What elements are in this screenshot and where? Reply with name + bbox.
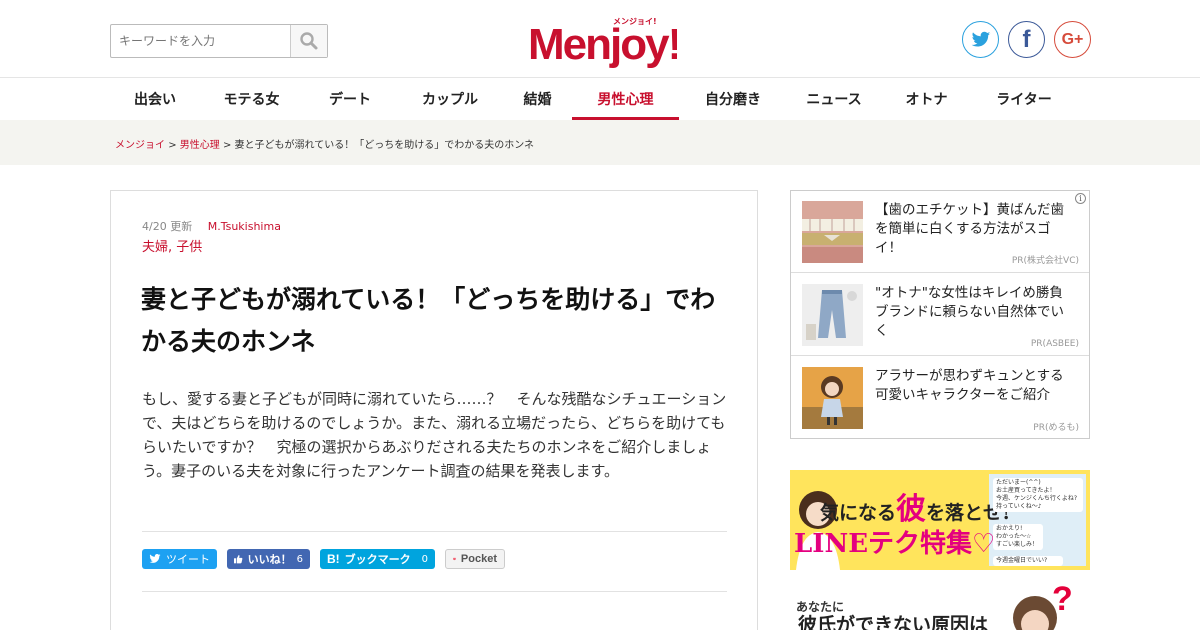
site-logo[interactable]: Menjoy! メンジョイ! <box>527 12 682 69</box>
banner-headline-highlight: 彼 <box>896 492 927 527</box>
ad-thumbnail-teeth <box>802 201 863 263</box>
nav-item[interactable]: 自分磨き <box>679 78 787 120</box>
ad-thumbnail-fashion <box>802 284 863 346</box>
nav-item[interactable]: ニュース <box>787 78 881 120</box>
line-technique-banner[interactable]: 気になる彼を落とせ! LINEテク特集♡ ただいまー(^^) お土産買ってきたよ！… <box>790 470 1090 570</box>
ad-title: 【歯のエチケット】黄ばんだ歯を簡単に白くする方法がスゴイ！ <box>875 202 1064 256</box>
chat-text: ただいまー(^^) <box>996 479 1041 486</box>
chat-text: お土産買ってきたよ！ <box>996 487 1056 494</box>
ad-thumbnail-doll <box>802 367 863 429</box>
hatena-label: ブックマーク <box>344 553 411 566</box>
google-plus-icon: G+ <box>1061 30 1084 48</box>
chat-bubble: 今週金曜日でいい? <box>993 556 1063 566</box>
article-meta: 4/20 更新 M.Tsukishima <box>142 218 281 234</box>
breadcrumb-separator: > <box>168 140 177 151</box>
ad-item[interactable]: "オトナ"な女性はキレイめ勝負ブランドに頼らない自然体でいく PR(ASBEE) <box>791 274 1089 356</box>
facebook-link[interactable]: f <box>1008 21 1045 58</box>
like-button[interactable]: いいね！ 6 <box>227 549 310 569</box>
logo-text: Menjoy! <box>528 20 677 68</box>
thumbs-up-icon <box>234 555 243 564</box>
ad-sponsor: PR(ASBEE) <box>1030 339 1079 349</box>
breadcrumb-separator: > <box>222 140 232 151</box>
breadcrumb-current: 妻と子どもが溺れている！「どっちを助ける」でわかる夫のホンネ <box>234 140 535 151</box>
article-title: 妻と子どもが溺れている！「どっちを助ける」でわかる夫のホンネ <box>141 285 716 356</box>
chat-text: おかえり! <box>996 525 1023 532</box>
divider <box>142 591 727 592</box>
chat-mockup: ただいまー(^^) お土産買ってきたよ！ 今週、ケンジくんち行くよね?持っていくね〜… <box>993 478 1083 566</box>
article-date: 4/20 更新 <box>142 220 193 233</box>
chat-bubble: おかえり! わかった〜☆ すごい楽しみ！ <box>993 524 1043 550</box>
site-header: Menjoy! メンジョイ! f G+ <box>0 0 1200 78</box>
ad-item[interactable]: アラサーが思わずキュンとする可愛いキャラクターをご紹介 PR(めるも) <box>791 357 1089 439</box>
chat-bubble: ただいまー(^^) お土産買ってきたよ！ 今週、ケンジくんち行くよね?持っていくね〜… <box>993 478 1083 512</box>
logo-tagline: メンジョイ! <box>613 17 657 26</box>
no-boyfriend-banner[interactable]: あなたに 彼氏ができない原因は ? <box>790 578 1090 630</box>
article-card: 4/20 更新 M.Tsukishima 夫婦, 子供 妻と子どもが溺れている！… <box>110 190 758 630</box>
like-label: いいね！ <box>247 553 292 566</box>
sponsored-ads: i 【歯のエチケット】黄ばんだ歯を簡単に白くする方法がスゴイ！ PR(株式会社V… <box>790 190 1090 439</box>
nav-item[interactable]: ライター <box>972 78 1076 120</box>
breadcrumb-bar: メンジョイ > 男性心理 > 妻と子どもが溺れている！「どっちを助ける」でわかる… <box>0 120 1200 165</box>
nav-item-active[interactable]: 男性心理 <box>572 78 679 120</box>
breadcrumb-category[interactable]: 男性心理 <box>180 140 220 151</box>
twitter-icon <box>149 554 161 563</box>
banner-title: LINEテク特集♡ <box>794 529 996 559</box>
pocket-icon <box>453 557 456 561</box>
nav-item[interactable]: カップル <box>397 78 503 120</box>
facebook-icon: f <box>1022 25 1031 53</box>
nav-item[interactable]: モテる女 <box>200 78 303 120</box>
pocket-button[interactable]: Pocket <box>445 549 505 569</box>
breadcrumb-home[interactable]: メンジョイ <box>115 140 165 151</box>
chat-text: すごい楽しみ！ <box>996 541 1039 548</box>
breadcrumb: メンジョイ > 男性心理 > 妻と子どもが溺れている！「どっちを助ける」でわかる… <box>115 136 534 151</box>
nav-item[interactable]: オトナ <box>881 78 972 120</box>
nav-item[interactable]: 結婚 <box>503 78 572 120</box>
search-box <box>110 24 328 58</box>
article-author[interactable]: M.Tsukishima <box>208 220 281 233</box>
article-lead: もし、愛する妻と子どもが同時に溺れていたら……？ そんな残酷なシチュエーションで… <box>142 390 727 480</box>
divider <box>142 531 727 532</box>
banner2-line2: 彼氏ができない原因は <box>798 614 989 630</box>
hatena-count: 0 <box>421 553 428 565</box>
search-input[interactable] <box>111 25 291 57</box>
twitter-link[interactable] <box>962 21 999 58</box>
hatena-bookmark-icon: B! <box>327 552 340 566</box>
banner-headline: 気になる彼を落とせ! <box>820 484 1010 528</box>
tweet-button[interactable]: ツイート <box>142 549 217 569</box>
tweet-label: ツイート <box>166 553 210 566</box>
ad-item[interactable]: 【歯のエチケット】黄ばんだ歯を簡単に白くする方法がスゴイ！ PR(株式会社VC) <box>791 191 1089 273</box>
search-button[interactable] <box>290 25 327 57</box>
main-nav: 出会い モテる女 デート カップル 結婚 男性心理 自分磨き ニュース オトナ … <box>0 78 1200 120</box>
article-tags[interactable]: 夫婦, 子供 <box>142 236 202 255</box>
chat-text: 今週金曜日でいい? <box>996 557 1048 564</box>
ad-sponsor: PR(めるも) <box>1033 423 1079 433</box>
chat-text: 今週、ケンジくんち行くよね?持っていくね〜♪ <box>996 495 1078 510</box>
ad-title: "オトナ"な女性はキレイめ勝負ブランドに頼らない自然体でいく <box>875 285 1064 339</box>
banner2-question-mark: ? <box>1052 580 1073 618</box>
ad-sponsor: PR(株式会社VC) <box>1011 256 1079 266</box>
google-plus-link[interactable]: G+ <box>1054 21 1091 58</box>
banner-headline-part: 気になる <box>820 502 897 524</box>
ad-title: アラサーが思わずキュンとする可愛いキャラクターをご紹介 <box>875 368 1064 403</box>
hatena-bookmark-button[interactable]: B! ブックマーク 0 <box>320 549 435 569</box>
pocket-label: Pocket <box>460 553 497 565</box>
nav-item[interactable]: 出会い <box>110 78 200 120</box>
chat-text: わかった〜☆ <box>996 533 1032 540</box>
search-icon <box>300 32 318 50</box>
like-count: 6 <box>296 553 303 565</box>
share-bar: ツイート いいね！ 6 B! ブックマーク 0 Pocket <box>142 549 505 569</box>
nav-item[interactable]: デート <box>303 78 397 120</box>
twitter-icon <box>971 31 990 46</box>
